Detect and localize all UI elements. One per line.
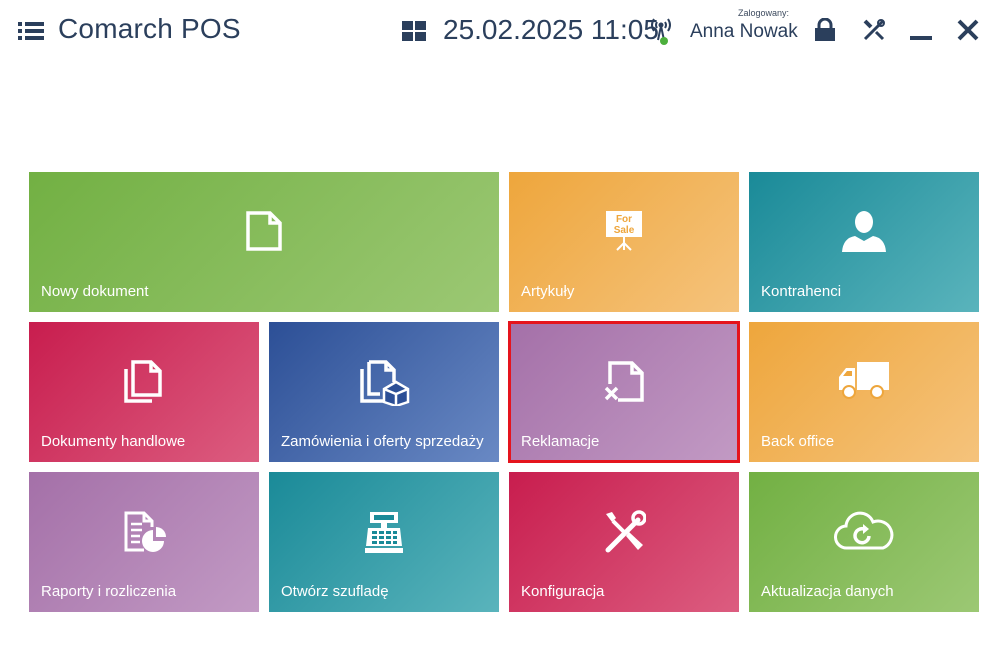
close-icon[interactable] xyxy=(957,19,979,41)
for-sale-sign-icon: For Sale xyxy=(606,211,642,251)
report-chart-icon xyxy=(124,511,166,552)
tile-label: Nowy dokument xyxy=(41,283,149,300)
wrench-screwdriver-icon xyxy=(605,510,646,553)
document-x-icon xyxy=(604,361,644,402)
documents-box-icon xyxy=(360,360,410,406)
tile-label: Artykuły xyxy=(521,283,575,300)
hamburger-menu-icon[interactable] xyxy=(18,21,44,41)
user-name[interactable]: Anna Nowak xyxy=(690,21,798,43)
tile-label: Raporty i rozliczenia xyxy=(41,583,177,600)
for-sale-text-2: Sale xyxy=(614,225,635,236)
minimize-icon[interactable] xyxy=(910,20,932,42)
lock-icon[interactable] xyxy=(814,18,836,42)
person-icon xyxy=(842,211,886,252)
tile-dokumenty-handlowe[interactable]: Dokumenty handlowe xyxy=(29,322,259,462)
tile-artykuly[interactable]: For Sale Artykuły xyxy=(509,172,739,312)
tile-zamowienia-i-oferty[interactable]: Zamówienia i oferty sprzedaży xyxy=(269,322,499,462)
for-sale-text-1: For xyxy=(616,214,632,225)
logged-in-label: Zalogowany: xyxy=(738,8,790,18)
tile-kontrahenci[interactable]: Kontrahenci xyxy=(749,172,979,312)
document-icon xyxy=(246,211,282,251)
datetime: 25.02.2025 11:05 xyxy=(443,14,659,45)
app-title: Comarch POS xyxy=(58,13,241,44)
truck-icon xyxy=(839,362,889,399)
documents-icon xyxy=(124,360,162,403)
cash-register-icon xyxy=(365,512,403,553)
tile-raporty-i-rozliczenia[interactable]: Raporty i rozliczenia xyxy=(29,472,259,612)
tile-konfiguracja[interactable]: Konfiguracja xyxy=(509,472,739,612)
tile-label: Konfiguracja xyxy=(521,583,605,600)
tile-back-office[interactable]: Back office xyxy=(749,322,979,462)
tile-label: Otwórz szufladę xyxy=(281,583,389,600)
tile-label: Aktualizacja danych xyxy=(761,583,894,600)
tile-label: Dokumenty handlowe xyxy=(41,433,186,450)
tile-otworz-szuflade[interactable]: Otwórz szufladę xyxy=(269,472,499,612)
grid-icon[interactable] xyxy=(402,21,426,41)
tile-nowy-dokument[interactable]: Nowy dokument xyxy=(29,172,499,312)
tile-label: Reklamacje xyxy=(521,433,600,450)
cloud-refresh-icon xyxy=(834,511,894,550)
tile-aktualizacja-danych[interactable]: Aktualizacja danych xyxy=(749,472,979,612)
antenna-icon xyxy=(651,18,671,45)
tile-label: Back office xyxy=(761,433,835,450)
tile-reklamacje[interactable]: Reklamacje xyxy=(508,321,740,463)
tile-label: Kontrahenci xyxy=(761,283,842,300)
tile-label: Zamówienia i oferty sprzedaży xyxy=(281,433,484,450)
tools-icon[interactable] xyxy=(862,18,886,42)
